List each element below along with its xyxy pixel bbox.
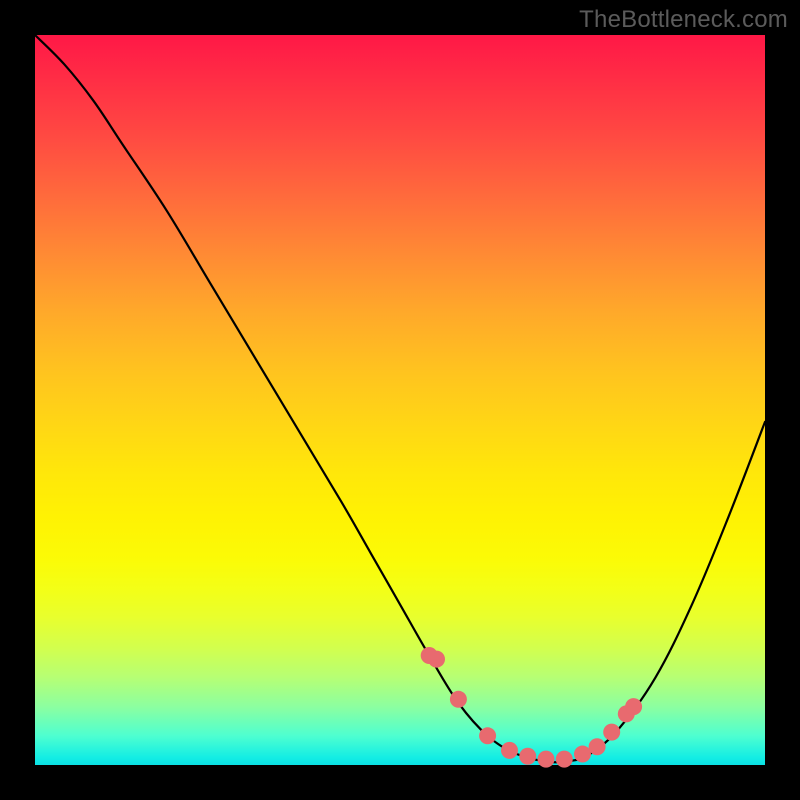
curve-marker bbox=[603, 724, 620, 741]
curve-marker bbox=[574, 746, 591, 763]
bottleneck-curve bbox=[35, 35, 765, 762]
curve-markers bbox=[421, 647, 642, 768]
curve-marker bbox=[556, 751, 573, 768]
curve-marker bbox=[589, 738, 606, 755]
curve-marker bbox=[450, 691, 467, 708]
curve-marker bbox=[625, 698, 642, 715]
curve-marker bbox=[479, 727, 496, 744]
watermark-text: TheBottleneck.com bbox=[579, 6, 788, 34]
curve-marker bbox=[501, 742, 518, 759]
chart-frame: TheBottleneck.com bbox=[0, 0, 800, 800]
chart-svg bbox=[35, 35, 765, 765]
curve-marker bbox=[428, 651, 445, 668]
curve-marker bbox=[538, 751, 555, 768]
plot-area bbox=[35, 35, 765, 765]
curve-marker bbox=[519, 748, 536, 765]
